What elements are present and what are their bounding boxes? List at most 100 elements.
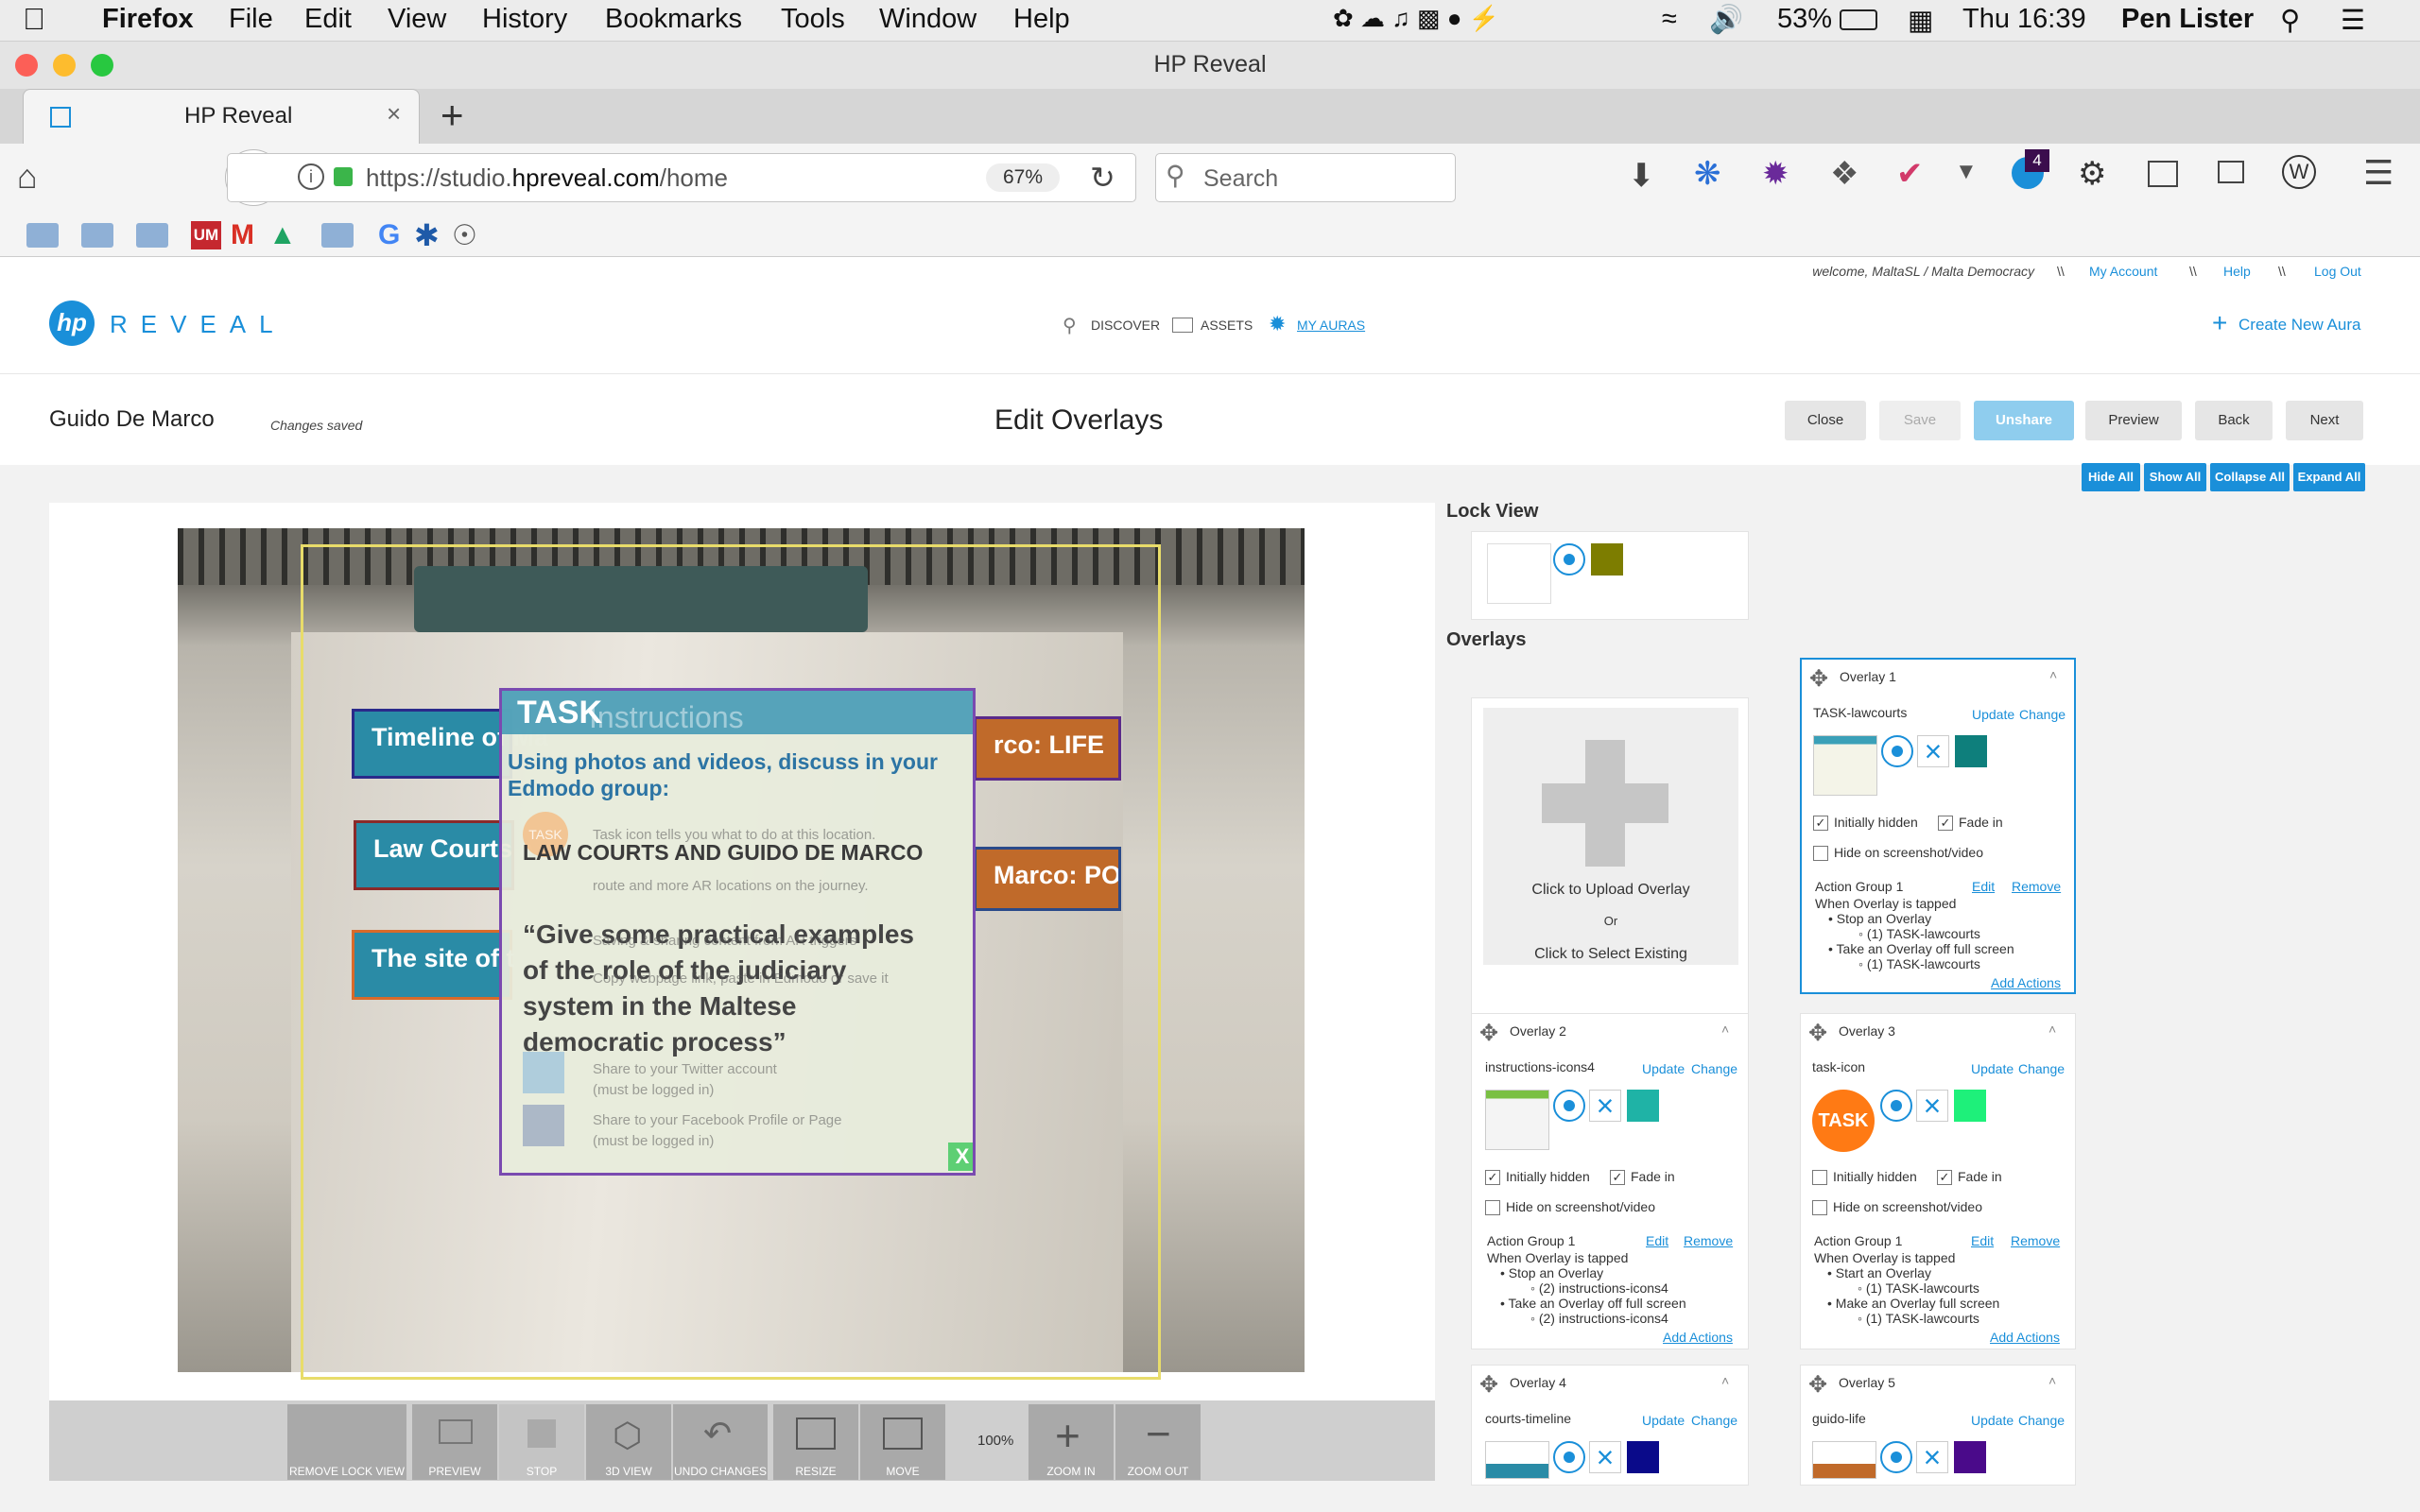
extension-virus-icon[interactable]: ✹ <box>1762 155 1789 193</box>
menu-app-name[interactable]: Firefox <box>102 4 194 35</box>
update-link[interactable]: Update <box>1971 1413 2014 1428</box>
home-icon[interactable]: ⌂ <box>17 157 38 197</box>
search-bar[interactable]: ⚲ Search <box>1155 153 1456 202</box>
folder-icon[interactable] <box>81 223 113 248</box>
hide-on-screenshot-option[interactable]: Hide on screenshot/video <box>1485 1199 1655 1216</box>
volume-icon[interactable]: 🔊 <box>1709 4 1743 36</box>
globe-icon[interactable]: ☉ <box>452 219 477 252</box>
menu-window[interactable]: Window <box>879 4 977 35</box>
delete-icon[interactable]: × <box>1589 1090 1621 1122</box>
collapse-icon[interactable]: ˄ <box>1721 1022 1729 1037</box>
extension-tools-icon[interactable]: ⚙ <box>2078 155 2106 193</box>
next-button[interactable]: Next <box>2286 401 2363 440</box>
hide-all-button[interactable]: Hide All <box>2082 463 2140 491</box>
new-tab-button[interactable]: + <box>441 93 464 138</box>
add-actions-link[interactable]: Add Actions <box>1990 1330 2060 1345</box>
close-button[interactable]: Close <box>1785 401 1866 440</box>
google-icon[interactable]: G <box>378 219 400 251</box>
tab-hp-reveal[interactable]: HP Reveal × <box>23 89 420 144</box>
extension-puzzle-icon[interactable]: ❖ <box>1830 155 1858 193</box>
apple-icon[interactable]:  <box>23 2 45 37</box>
delete-icon[interactable]: × <box>1916 1090 1948 1122</box>
close-tab-icon[interactable]: × <box>387 99 401 129</box>
sign-lawcourts[interactable]: Law Courts a <box>354 820 534 890</box>
wifi-icon[interactable]: ≈ <box>1662 4 1677 35</box>
collapse-icon[interactable]: ˄ <box>2048 1373 2056 1388</box>
notification-center-icon[interactable]: ☰ <box>2341 4 2365 37</box>
change-link[interactable]: Change <box>2018 1061 2065 1076</box>
initially-hidden-checkbox[interactable]: ✓ <box>1485 1170 1500 1186</box>
remove-lock-view-button[interactable]: REMOVE LOCK VIEW <box>287 1404 406 1480</box>
menu-history[interactable]: History <box>482 4 567 35</box>
change-link[interactable]: Change <box>2019 707 2066 722</box>
drag-handle-icon[interactable]: ✥ <box>1479 1371 1498 1399</box>
update-link[interactable]: Update <box>1642 1061 1685 1076</box>
visibility-icon[interactable] <box>1880 1441 1912 1473</box>
overlay-thumbnail[interactable] <box>1813 735 1877 796</box>
download-icon[interactable]: ⬇ <box>1628 157 1655 195</box>
initially-hidden-option[interactable]: Initially hidden <box>1812 1169 1917 1186</box>
folder-icon[interactable] <box>321 223 354 248</box>
status-icons[interactable]: ✿ ☁ ♫ ▩ ● ⚡ <box>1333 4 1499 33</box>
zoom-out-button[interactable]: − ZOOM OUT <box>1115 1404 1201 1480</box>
menu-help[interactable]: Help <box>1013 4 1070 35</box>
update-link[interactable]: Update <box>1971 1061 2014 1076</box>
change-link[interactable]: Change <box>2018 1413 2065 1428</box>
change-link[interactable]: Change <box>1691 1061 1737 1076</box>
url-bar[interactable]: i https://studio.hpreveal.com/home 67% ↻ <box>227 153 1136 202</box>
battery-icon[interactable] <box>1840 9 1877 30</box>
um-bookmark-icon[interactable]: UM <box>191 221 221 249</box>
wordpress-icon[interactable]: W <box>2282 155 2316 189</box>
drag-handle-icon[interactable]: ✥ <box>1808 1371 1827 1399</box>
delete-icon[interactable]: × <box>1589 1441 1621 1473</box>
menu-bookmarks[interactable]: Bookmarks <box>605 4 742 35</box>
overlay-color-swatch[interactable] <box>1627 1441 1659 1473</box>
hide-on-screenshot-checkbox[interactable] <box>1485 1200 1500 1216</box>
menu-file[interactable]: File <box>229 4 273 35</box>
visibility-icon[interactable] <box>1553 1441 1585 1473</box>
overlay-color-swatch[interactable] <box>1954 1090 1986 1122</box>
nav-assets[interactable]: ASSETS <box>1201 318 1253 333</box>
overlay-card-1[interactable]: ✥ Overlay 1 ˄ TASK-lawcourts Update Chan… <box>1800 658 2076 994</box>
menu-clock[interactable]: Thu 16:39 <box>1962 4 2086 35</box>
move-button[interactable]: MOVE <box>860 1404 945 1480</box>
add-actions-link[interactable]: Add Actions <box>1991 975 2061 990</box>
hamburger-menu-icon[interactable]: ☰ <box>2363 153 2394 193</box>
overlay-thumbnail[interactable] <box>1485 1090 1549 1150</box>
add-actions-link[interactable]: Add Actions <box>1663 1330 1733 1345</box>
overlay-color-swatch[interactable] <box>1627 1090 1659 1122</box>
edit-action-link[interactable]: Edit <box>1972 879 1995 894</box>
delete-icon[interactable]: × <box>1917 735 1949 767</box>
edit-action-link[interactable]: Edit <box>1646 1233 1668 1248</box>
hp-reveal-logo[interactable]: hp REVEAL <box>49 301 276 348</box>
undo-changes-button[interactable]: ↶ UNDO CHANGES <box>673 1404 768 1480</box>
drag-handle-icon[interactable]: ✥ <box>1809 665 1828 693</box>
info-icon[interactable]: i <box>298 163 324 190</box>
sign-politics[interactable]: Marco: POLITICS <box>974 847 1121 911</box>
cross-logo-icon[interactable]: ✱ <box>414 217 440 253</box>
battery-percent[interactable]: 53% <box>1777 4 1832 35</box>
lock-view-thumbnail[interactable] <box>1487 543 1551 604</box>
edit-action-link[interactable]: Edit <box>1971 1233 1994 1248</box>
initially-hidden-checkbox[interactable] <box>1812 1170 1827 1186</box>
remove-action-link[interactable]: Remove <box>2011 1233 2060 1248</box>
unshare-button[interactable]: Unshare <box>1974 401 2074 440</box>
overlay-card-3[interactable]: ✥ Overlay 3 ˄ task-icon Update Change TA… <box>1800 1013 2076 1349</box>
sign-life[interactable]: rco: LIFE <box>974 716 1121 781</box>
task-icon-thumbnail[interactable]: TASK <box>1812 1090 1875 1152</box>
reload-icon[interactable]: ↻ <box>1090 160 1115 196</box>
menu-user[interactable]: Pen Lister <box>2121 4 2254 35</box>
overlay-card-4[interactable]: ✥ Overlay 4 ˄ courts-timeline Update Cha… <box>1471 1365 1749 1486</box>
initially-hidden-option[interactable]: ✓ Initially hidden <box>1813 815 1918 832</box>
upload-area[interactable]: Click to Upload Overlay Or Click to Sele… <box>1483 708 1738 965</box>
window-icon[interactable] <box>2218 161 2244 183</box>
dropdown-chevron-icon[interactable]: ▼ <box>1955 159 1978 185</box>
expand-all-button[interactable]: Expand All <box>2293 463 2365 491</box>
update-link[interactable]: Update <box>1642 1413 1685 1428</box>
back-button[interactable]: Back <box>2195 401 2273 440</box>
initially-hidden-checkbox[interactable]: ✓ <box>1813 816 1828 832</box>
hide-on-screenshot-checkbox[interactable] <box>1812 1200 1827 1216</box>
show-all-button[interactable]: Show All <box>2144 463 2206 491</box>
nav-discover[interactable]: DISCOVER <box>1091 318 1160 333</box>
help-link[interactable]: Help <box>2223 264 2251 279</box>
